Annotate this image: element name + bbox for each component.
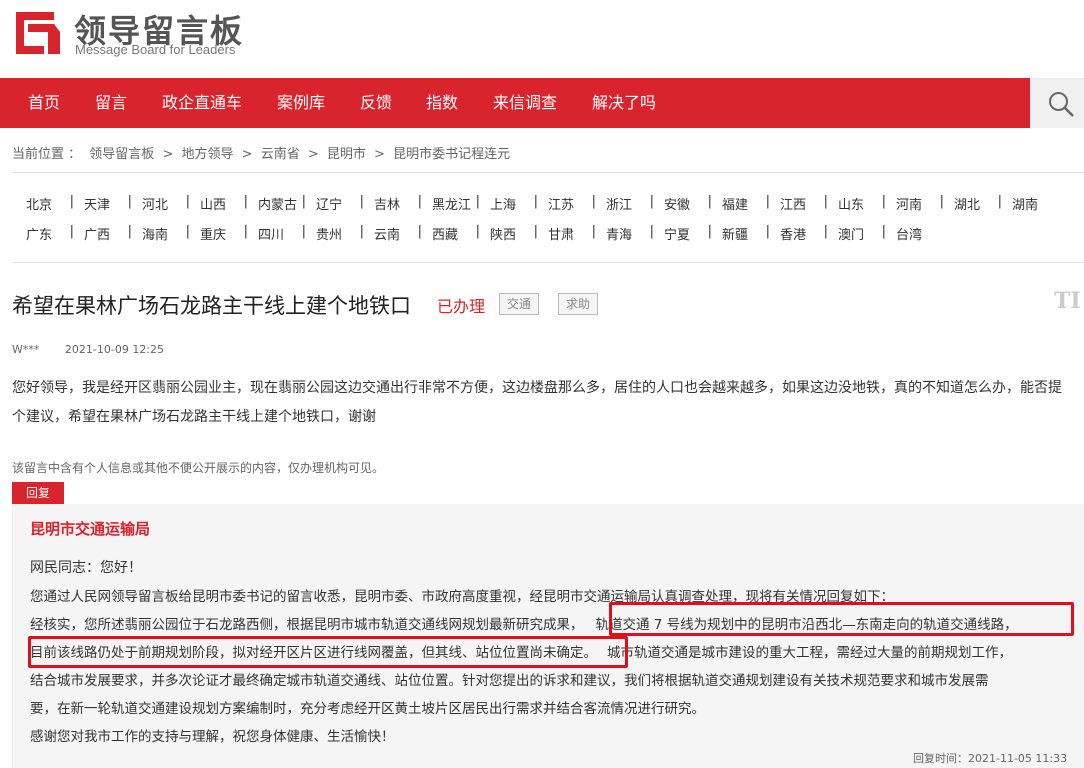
- reply-time-label: 回复时间：: [913, 752, 968, 765]
- logo-icon[interactable]: [14, 6, 62, 56]
- region-link[interactable]: 福建: [714, 194, 772, 213]
- region-link[interactable]: 浙江: [598, 194, 656, 213]
- message-meta: W*** 2021-10-09 12:25: [12, 343, 164, 356]
- region-link[interactable]: 安徽: [656, 194, 714, 213]
- breadcrumb-item[interactable]: 昆明市委书记程连元: [393, 147, 510, 162]
- reply-line-part: 城市轨道交通是城市建设的重大工程，需经过大量的前期规划工作，: [607, 645, 1012, 661]
- region-row: 广东广西海南重庆四川贵州云南西藏陕西甘肃青海宁夏新疆香港澳门台湾: [18, 224, 946, 244]
- breadcrumb-item[interactable]: 云南省: [261, 147, 300, 162]
- nav-home[interactable]: 首页: [28, 78, 60, 128]
- reply-closing: 感谢您对我市工作的支持与理解，祝您身体健康、生活愉快！: [30, 729, 395, 745]
- region-link[interactable]: 贵州: [308, 224, 366, 243]
- nav-message[interactable]: 留言: [95, 78, 127, 128]
- region-link[interactable]: 山西: [192, 194, 250, 213]
- reply-org: 昆明市交通运输局: [30, 520, 151, 538]
- reply-line: 结合城市发展要求，并多次论证才最终确定城市轨道交通线、站位位置。针对您提出的诉求…: [30, 673, 989, 689]
- highlight-box: [609, 602, 1074, 636]
- region-link[interactable]: 天津: [76, 194, 134, 213]
- region-link[interactable]: 上海: [482, 194, 540, 213]
- breadcrumb-item[interactable]: 昆明市: [327, 147, 366, 162]
- region-link[interactable]: 辽宁: [308, 194, 366, 213]
- region-link[interactable]: 陕西: [482, 224, 540, 243]
- message-title: 希望在果林广场石龙路主干线上建个地铁口: [12, 294, 411, 318]
- region-link[interactable]: 台湾: [888, 224, 946, 243]
- region-link[interactable]: 四川: [250, 224, 308, 243]
- nav-solved[interactable]: 解决了吗: [592, 78, 656, 128]
- breadcrumb: 当前位置 ： 领导留言板 > 地方领导 > 云南省 > 昆明市 > 昆明市委书记…: [12, 143, 514, 162]
- highlight-box: [28, 636, 628, 668]
- message-body-line: 个建议，希望在果林广场石龙路主干线上建个地铁口，谢谢: [12, 409, 376, 425]
- region-link[interactable]: 内蒙古: [250, 194, 308, 213]
- region-link[interactable]: 新疆: [714, 224, 772, 243]
- region-link[interactable]: 河北: [134, 194, 192, 213]
- nav-index[interactable]: 指数: [426, 78, 458, 128]
- breadcrumb-sep: >: [374, 147, 385, 162]
- region-link[interactable]: 青海: [598, 224, 656, 243]
- message-body: 您好领导，我是经开区翡丽公园业主，现在翡丽公园这边交通出行非常不方便，这边楼盘那…: [12, 374, 1084, 432]
- site-subtitle: Message Board for Leaders: [75, 42, 236, 57]
- reply-greeting: 网民同志：您好！: [30, 560, 142, 576]
- region-row: 北京天津河北山西内蒙古辽宁吉林黑龙江上海江苏浙江安徽福建江西山东河南湖北湖南: [18, 194, 1062, 214]
- region-link[interactable]: 黑龙江: [424, 194, 482, 213]
- message-body-line: 您好领导，我是经开区翡丽公园业主，现在翡丽公园这边交通出行非常不方便，这边楼盘那…: [12, 380, 1062, 396]
- region-link[interactable]: 重庆: [192, 224, 250, 243]
- post-date: 2021-10-09 12:25: [64, 343, 165, 356]
- reply-line: 要，在新一轮轨道交通建设规划方案编制时，充分考虑经开区黄土坡片区居民出行需求并结…: [30, 701, 705, 717]
- breadcrumb-prefix: 当前位置 ：: [12, 147, 82, 162]
- divider: [12, 172, 1084, 173]
- nav-feedback[interactable]: 反馈: [360, 78, 392, 128]
- region-link[interactable]: 甘肃: [540, 224, 598, 243]
- tag-traffic[interactable]: 交通: [499, 293, 540, 315]
- region-link[interactable]: 香港: [772, 224, 830, 243]
- main-nav: 首页 留言 政企直通车 案例库 反馈 指数 来信调查 解决了吗: [0, 78, 1030, 128]
- breadcrumb-item[interactable]: 地方领导: [181, 147, 233, 162]
- region-link[interactable]: 云南: [366, 224, 424, 243]
- nav-survey[interactable]: 来信调查: [493, 78, 557, 128]
- font-size-icon[interactable]: TI: [1054, 288, 1081, 314]
- privacy-notice: 该留言中含有个人信息或其他不便公开展示的内容，仅办理机构可见。: [12, 461, 385, 475]
- breadcrumb-sep: >: [307, 147, 319, 162]
- breadcrumb-sep: >: [162, 147, 174, 162]
- region-link[interactable]: 山东: [830, 194, 888, 213]
- region-link[interactable]: 海南: [134, 224, 192, 243]
- reply-time-value: 2021-11-05 11:33: [968, 752, 1068, 765]
- site-header: 领导留言板 Message Board for Leaders: [0, 0, 1084, 78]
- region-link[interactable]: 河南: [888, 194, 946, 213]
- reply-line-part: 经核实，您所述翡丽公园位于石龙路西侧，根据昆明市城市轨道交通线网规划最新研究成果…: [30, 617, 584, 633]
- region-link[interactable]: 江西: [772, 194, 830, 213]
- region-link[interactable]: 宁夏: [656, 224, 714, 243]
- author: W***: [12, 343, 40, 356]
- nav-cases[interactable]: 案例库: [277, 78, 325, 128]
- divider: [12, 262, 1084, 263]
- region-link[interactable]: 湖南: [1004, 194, 1062, 213]
- breadcrumb-item[interactable]: 领导留言板: [89, 147, 154, 162]
- reply-time: 回复时间：2021-11-05 11:33: [913, 750, 1067, 766]
- status-badge: 已办理: [437, 297, 486, 316]
- reply-label: 回复: [12, 482, 64, 504]
- region-link[interactable]: 吉林: [366, 194, 424, 213]
- region-link[interactable]: 北京: [18, 194, 76, 213]
- search-button[interactable]: [1030, 78, 1084, 128]
- region-link[interactable]: 湖北: [946, 194, 1004, 213]
- region-link[interactable]: 广西: [76, 224, 134, 243]
- region-link[interactable]: 澳门: [830, 224, 888, 243]
- region-link[interactable]: 西藏: [424, 224, 482, 243]
- search-icon: [1049, 92, 1074, 117]
- region-link[interactable]: 广东: [18, 224, 76, 243]
- region-link[interactable]: 江苏: [540, 194, 598, 213]
- breadcrumb-sep: >: [241, 147, 253, 162]
- tag-help[interactable]: 求助: [558, 293, 599, 315]
- nav-enterprise[interactable]: 政企直通车: [162, 78, 242, 128]
